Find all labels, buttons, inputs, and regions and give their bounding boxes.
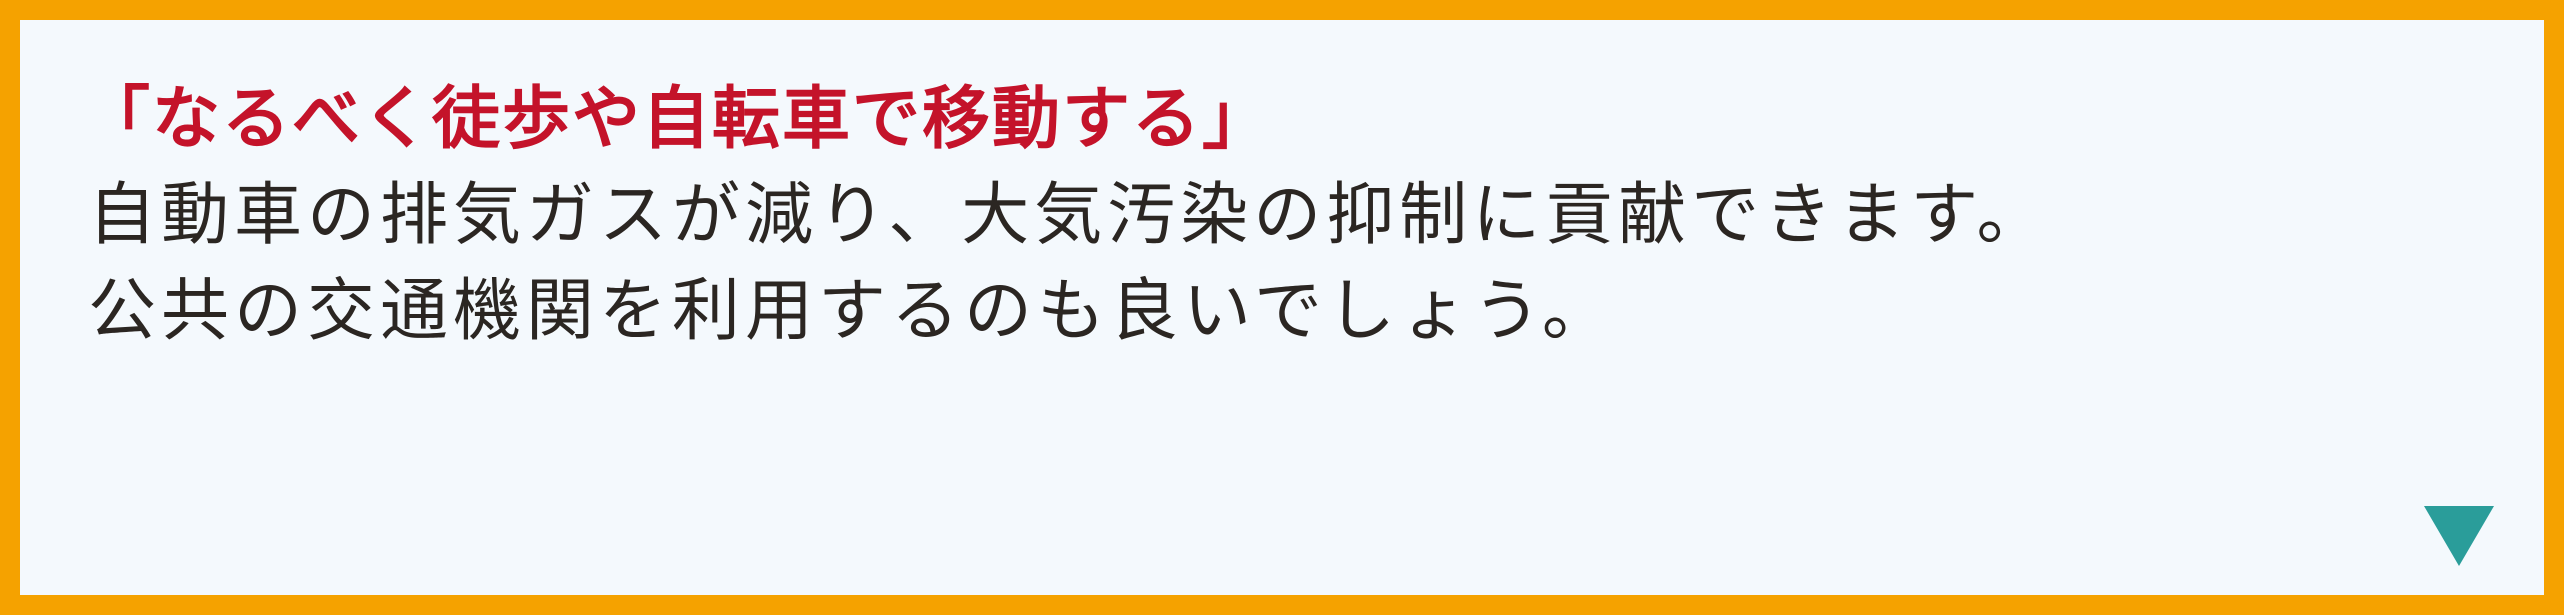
dialog-text-area: 「なるべく徒歩や自転車で移動する」 自動車の排気ガスが減り、大気汚染の抑制に貢献… (70, 72, 2510, 360)
dialog-heading: 「なるべく徒歩や自転車で移動する」 (82, 80, 1273, 159)
advance-triangle-icon[interactable] (2424, 506, 2494, 566)
dialog-line-1: 自動車の排気ガスが減り、大気汚染の抑制に貢献できます。 (88, 176, 2050, 255)
dialog-box[interactable]: 「なるべく徒歩や自転車で移動する」 自動車の排気ガスが減り、大気汚染の抑制に貢献… (0, 0, 2564, 615)
dialog-line-2: 公共の交通機関を利用するのも良いでしょう。 (88, 272, 1615, 351)
